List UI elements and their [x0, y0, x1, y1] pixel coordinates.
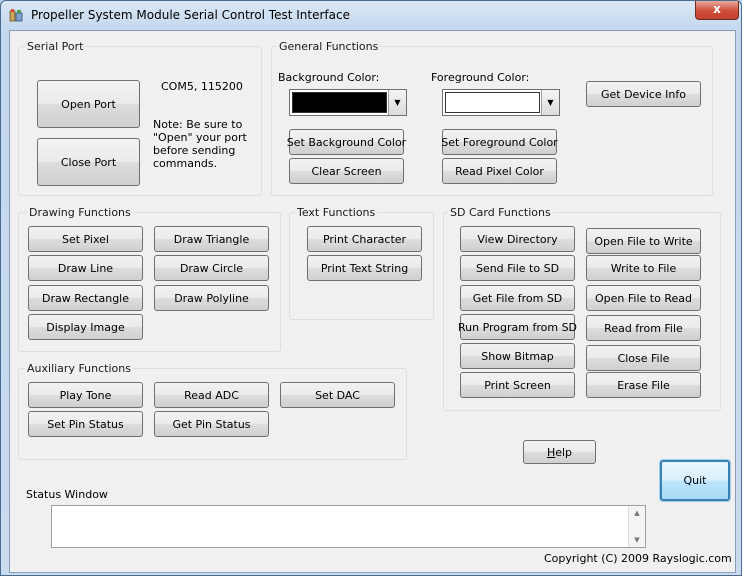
chevron-down-icon[interactable]: ▼	[541, 90, 559, 115]
general-functions-label: General Functions	[277, 40, 381, 53]
read-adc-button[interactable]: Read ADC	[154, 382, 269, 408]
send-file-to-sd-button[interactable]: Send File to SD	[460, 255, 575, 281]
close-icon: x	[713, 2, 721, 16]
serial-port-label: Serial Port	[25, 40, 86, 53]
note-line-1: Note: Be sure to	[153, 118, 243, 131]
draw-polyline-button[interactable]: Draw Polyline	[154, 285, 269, 311]
print-screen-button[interactable]: Print Screen	[460, 372, 575, 398]
help-button[interactable]: Help	[523, 440, 596, 464]
drawing-functions-label: Drawing Functions	[27, 206, 133, 219]
foreground-color-label: Foreground Color:	[431, 71, 530, 84]
copyright-text: Copyright (C) 2009 Rayslogic.com	[544, 552, 732, 565]
background-color-label: Background Color:	[278, 71, 380, 84]
set-background-color-button[interactable]: Set Background Color	[287, 129, 406, 155]
get-pin-status-button[interactable]: Get Pin Status	[154, 411, 269, 437]
background-color-dropdown[interactable]: ▼	[289, 89, 407, 116]
background-color-swatch	[292, 92, 387, 113]
get-device-info-button[interactable]: Get Device Info	[586, 81, 701, 107]
draw-line-button[interactable]: Draw Line	[28, 255, 143, 281]
view-directory-button[interactable]: View Directory	[460, 226, 575, 252]
open-file-to-read-button[interactable]: Open File to Read	[586, 285, 701, 311]
auxiliary-functions-label: Auxiliary Functions	[25, 362, 133, 375]
help-hotkey: H	[546, 445, 556, 459]
write-to-file-button[interactable]: Write to File	[586, 255, 701, 281]
play-tone-button[interactable]: Play Tone	[28, 382, 143, 408]
chevron-down-icon[interactable]: ▼	[388, 90, 406, 115]
main-panel: Serial Port Open Port Close Port COM5, 1…	[9, 30, 736, 573]
scroll-up-icon[interactable]: ▲	[629, 509, 645, 517]
status-window-label: Status Window	[26, 488, 108, 501]
show-bitmap-button[interactable]: Show Bitmap	[460, 343, 575, 369]
clear-screen-button[interactable]: Clear Screen	[289, 158, 404, 184]
display-image-button[interactable]: Display Image	[28, 314, 143, 340]
set-foreground-color-button[interactable]: Set Foreground Color	[441, 129, 558, 155]
close-file-button[interactable]: Close File	[586, 345, 701, 371]
read-from-file-button[interactable]: Read from File	[586, 315, 701, 341]
draw-rectangle-button[interactable]: Draw Rectangle	[28, 285, 143, 311]
window-title: Propeller System Module Serial Control T…	[31, 8, 350, 22]
print-character-button[interactable]: Print Character	[307, 226, 422, 252]
read-pixel-color-button[interactable]: Read Pixel Color	[442, 158, 557, 184]
close-window-button[interactable]: x	[695, 1, 739, 20]
draw-triangle-button[interactable]: Draw Triangle	[154, 226, 269, 252]
text-functions-label: Text Functions	[295, 206, 378, 219]
title-bar[interactable]: Propeller System Module Serial Control T…	[1, 1, 741, 29]
set-pixel-button[interactable]: Set Pixel	[28, 226, 143, 252]
note-line-4: commands.	[153, 157, 218, 170]
foreground-color-swatch	[445, 92, 540, 113]
port-info: COM5, 115200	[161, 80, 243, 93]
scroll-down-icon[interactable]: ▼	[629, 536, 645, 544]
app-icon	[9, 9, 23, 22]
open-port-button[interactable]: Open Port	[37, 80, 140, 128]
quit-button[interactable]: Quit	[660, 460, 730, 501]
print-text-string-button[interactable]: Print Text String	[307, 255, 422, 281]
erase-file-button[interactable]: Erase File	[586, 372, 701, 398]
close-port-button[interactable]: Close Port	[37, 138, 140, 186]
run-program-from-sd-button[interactable]: Run Program from SD	[458, 314, 577, 340]
set-dac-button[interactable]: Set DAC	[280, 382, 395, 408]
app-window: Propeller System Module Serial Control T…	[0, 0, 742, 576]
status-scrollbar[interactable]: ▲ ▼	[628, 506, 645, 547]
note-line-2: "Open" your port	[153, 131, 247, 144]
foreground-color-dropdown[interactable]: ▼	[442, 89, 560, 116]
get-file-from-sd-button[interactable]: Get File from SD	[460, 285, 575, 311]
status-window-textarea[interactable]: ▲ ▼	[51, 505, 646, 548]
draw-circle-button[interactable]: Draw Circle	[154, 255, 269, 281]
sd-card-functions-label: SD Card Functions	[448, 206, 553, 219]
note-line-3: before sending	[153, 144, 236, 157]
open-file-to-write-button[interactable]: Open File to Write	[586, 228, 701, 254]
help-label-rest: elp	[555, 445, 573, 459]
set-pin-status-button[interactable]: Set Pin Status	[28, 411, 143, 437]
